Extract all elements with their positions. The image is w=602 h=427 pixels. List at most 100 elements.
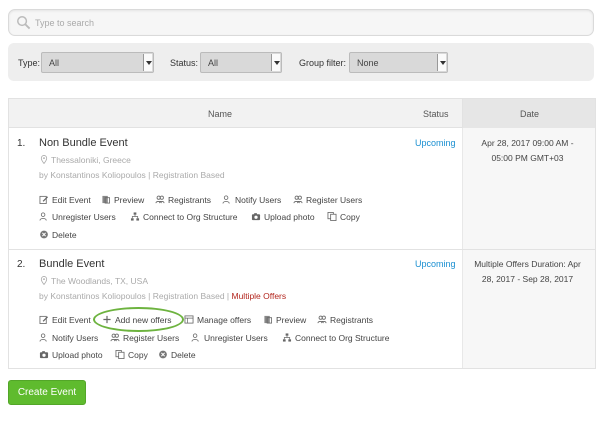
action-label: Edit Event <box>52 195 91 205</box>
manage-offers-icon <box>184 315 194 324</box>
create-event-button[interactable]: Create Event <box>8 380 86 405</box>
delete-icon <box>159 350 167 359</box>
manage-offers-button[interactable]: Manage offers <box>184 315 251 325</box>
status-badge: Upcoming <box>415 138 456 148</box>
date-column-header: Date <box>520 109 540 119</box>
date-line: 05:00 PM GMT+03 <box>491 153 564 163</box>
action-label: Delete <box>171 350 196 360</box>
meta-separator: | <box>224 291 232 301</box>
action-label: Connect to Org Structure <box>295 333 390 343</box>
group-filter-select[interactable]: None <box>349 52 448 73</box>
action-label: Copy <box>128 350 148 360</box>
user-notify-icon <box>222 195 230 204</box>
type-filter-label: Type: <box>18 58 41 68</box>
status-filter-value: All <box>208 58 219 68</box>
plus-icon <box>103 315 111 324</box>
edit-event-button[interactable]: Edit Event <box>39 315 91 325</box>
action-label: Preview <box>276 315 307 325</box>
name-column-header: Name <box>208 109 233 119</box>
event-meta: by Konstantinos Koliopoulos | Registrati… <box>39 170 225 180</box>
upload-photo-button[interactable]: Upload photo <box>251 212 315 222</box>
org-structure-icon <box>282 333 292 342</box>
event-location: Thessaloniki, Greece <box>40 155 131 165</box>
user-notify-icon <box>39 333 47 342</box>
delete-button[interactable]: Delete <box>39 230 77 240</box>
event-meta: by Konstantinos Koliopoulos | Registrati… <box>39 291 286 301</box>
map-pin-icon <box>40 276 48 285</box>
users-add-icon <box>110 333 120 342</box>
action-label: Unregister Users <box>52 212 116 222</box>
action-label: Notify Users <box>52 333 99 343</box>
preview-icon <box>102 195 111 204</box>
add-new-offers-button[interactable]: Add new offers <box>102 315 172 325</box>
unregister-users-button[interactable]: Unregister Users <box>191 333 268 343</box>
search-bar <box>8 9 594 36</box>
delete-icon <box>40 230 48 239</box>
status-filter-select[interactable]: All <box>200 52 282 73</box>
search-input[interactable] <box>33 14 573 32</box>
action-label: Notify Users <box>235 195 282 205</box>
connect-org-button[interactable]: Connect to Org Structure <box>130 212 238 222</box>
chevron-down-icon <box>271 54 280 71</box>
action-label: Connect to Org Structure <box>143 212 238 222</box>
event-location-text: Thessaloniki, Greece <box>51 155 131 165</box>
registrants-button[interactable]: Registrants <box>155 195 211 205</box>
status-column-header: Status <box>423 109 449 119</box>
camera-icon <box>251 213 261 221</box>
chevron-down-icon <box>143 54 152 71</box>
meta-separator: | <box>145 291 153 301</box>
event-location-text: The Woodlands, TX, USA <box>51 276 149 286</box>
search-icon <box>17 16 31 30</box>
event-owner: by Konstantinos Koliopoulos <box>39 291 146 301</box>
camera-icon <box>39 351 49 359</box>
event-title[interactable]: Non Bundle Event <box>39 137 128 149</box>
event-type: Registration Based <box>152 291 225 301</box>
group-filter-value: None <box>357 58 379 68</box>
delete-button[interactable]: Delete <box>158 350 196 360</box>
copy-button[interactable]: Copy <box>327 212 360 222</box>
action-label: Upload photo <box>52 350 103 360</box>
event-title[interactable]: Bundle Event <box>39 258 104 270</box>
org-structure-icon <box>130 212 140 221</box>
table-header: Name Status Date <box>9 99 595 128</box>
registrants-button[interactable]: Registrants <box>317 315 373 325</box>
edit-icon <box>39 195 49 204</box>
type-filter-select[interactable]: All <box>41 52 154 73</box>
date-line: Multiple Offers Duration: Apr <box>474 259 581 269</box>
action-label: Preview <box>114 195 145 205</box>
connect-org-button[interactable]: Connect to Org Structure <box>282 333 390 343</box>
user-remove-icon <box>39 212 47 221</box>
copy-button[interactable]: Copy <box>115 350 148 360</box>
row-number: 2. <box>17 259 26 270</box>
unregister-users-button[interactable]: Unregister Users <box>39 212 116 222</box>
action-label: Unregister Users <box>204 333 268 343</box>
action-label: Register Users <box>123 333 180 343</box>
action-label: Registrants <box>330 315 373 325</box>
copy-icon <box>327 212 337 221</box>
notify-users-button[interactable]: Notify Users <box>39 333 98 343</box>
status-badge: Upcoming <box>415 259 456 269</box>
action-label: Edit Event <box>52 315 91 325</box>
register-users-button[interactable]: Register Users <box>110 333 179 343</box>
users-icon <box>317 315 327 324</box>
action-label: Delete <box>52 230 77 240</box>
users-add-icon <box>293 195 303 204</box>
action-label: Registrants <box>168 195 211 205</box>
action-label: Register Users <box>306 195 363 205</box>
copy-icon <box>115 350 125 359</box>
filter-bar: Type: All Status: All Group filter: None <box>8 43 594 81</box>
register-users-button[interactable]: Register Users <box>293 195 362 205</box>
edit-icon <box>39 315 49 324</box>
action-label: Copy <box>340 212 360 222</box>
edit-event-button[interactable]: Edit Event <box>39 195 91 205</box>
upload-photo-button[interactable]: Upload photo <box>39 350 103 360</box>
event-location: The Woodlands, TX, USA <box>40 276 148 286</box>
preview-button[interactable]: Preview <box>101 195 144 205</box>
row-divider <box>9 249 595 250</box>
user-remove-icon <box>191 333 199 342</box>
action-label: Manage offers <box>197 315 252 325</box>
action-label: Upload photo <box>264 212 315 222</box>
preview-button[interactable]: Preview <box>263 315 306 325</box>
notify-users-button[interactable]: Notify Users <box>222 195 281 205</box>
row-number: 1. <box>17 138 26 149</box>
